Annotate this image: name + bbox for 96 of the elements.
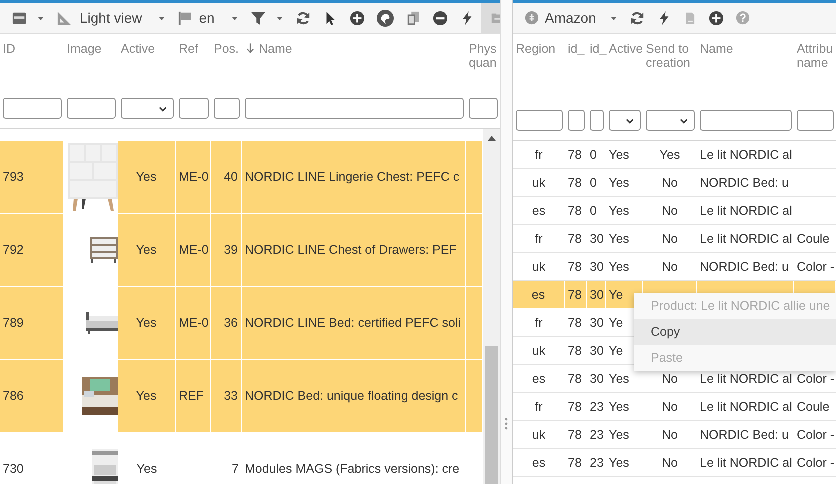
table-cell: 792 — [3, 243, 24, 257]
table-cell: No — [662, 204, 678, 218]
table-cell: Le lit NORDIC al — [700, 148, 792, 162]
table-cell: Le lit NORDIC al — [700, 372, 792, 386]
table-cell: uk — [532, 260, 546, 274]
table-cell: 78 — [568, 400, 582, 414]
table-cell: uk — [532, 428, 546, 442]
table-cell: Yes — [609, 148, 630, 162]
table-cell: 78 — [568, 232, 582, 246]
table-cell: No — [662, 372, 678, 386]
table-cell: 7 — [232, 462, 239, 476]
table-cell: 78 — [568, 260, 582, 274]
table-cell: 40 — [224, 170, 238, 184]
table-cell: 78 — [568, 456, 582, 470]
table-cell: 39 — [224, 243, 238, 257]
table-cell: Yes — [136, 462, 158, 476]
table-cell: 23 — [590, 400, 604, 414]
table-cell: 23 — [590, 428, 604, 442]
table-cell: 78 — [568, 148, 582, 162]
table-cell: Le lit NORDIC al — [700, 232, 792, 246]
table-cell: Coule — [797, 400, 830, 414]
table-cell: es — [532, 288, 546, 302]
table-cell: No — [662, 428, 678, 442]
table-cell: Yes — [609, 400, 630, 414]
table-cell: Yes — [609, 260, 630, 274]
table-cell: Le lit NORDIC al — [700, 204, 792, 218]
table-cell: Yes — [609, 372, 630, 386]
table-cell: uk — [532, 344, 546, 358]
table-cell: 78 — [568, 176, 582, 190]
table-cell: ME-0 — [179, 316, 209, 330]
table-cell: 730 — [3, 462, 24, 476]
table-cell: NORDIC LINE Bed: certified PEFC soli — [245, 316, 462, 330]
table-cell: Yes — [609, 176, 630, 190]
table-cell: ME-0 — [179, 170, 209, 184]
table-cell: Le lit NORDIC al — [700, 456, 792, 470]
table-cell: NORDIC LINE Chest of Drawers: PEF — [245, 243, 457, 257]
table-cell: Modules MAGS (Fabrics versions): cre — [245, 462, 460, 476]
table-cell: es — [532, 372, 546, 386]
table-cell: 33 — [224, 389, 238, 403]
table-cell: 0 — [590, 176, 597, 190]
table-cell: Yes — [609, 456, 630, 470]
table-cell: NORDIC LINE Lingerie Chest: PEFC c — [245, 170, 460, 184]
table-cell: No — [662, 176, 678, 190]
table-cell: 30 — [590, 288, 604, 302]
table-cell: fr — [535, 316, 543, 330]
table-cell: 78 — [568, 204, 582, 218]
table-cell: 30 — [590, 232, 604, 246]
table-cell: fr — [535, 400, 543, 414]
table-cell: Ye — [609, 288, 624, 302]
table-cell: Yes — [136, 389, 157, 403]
table-cell: Yes — [609, 232, 630, 246]
table-cell: ME-0 — [179, 243, 209, 257]
table-cell: Color - — [797, 260, 835, 274]
table-cell: No — [662, 400, 678, 414]
table-cell: NORDIC Bed: u — [700, 176, 789, 190]
table-cell: 78 — [568, 316, 582, 330]
table-cell: No — [662, 260, 678, 274]
table-cell: 23 — [590, 456, 604, 470]
table-cell: Yes — [660, 148, 680, 162]
table-cell: Yes — [136, 243, 157, 257]
table-cell: uk — [532, 176, 546, 190]
table-cell: 786 — [3, 389, 24, 403]
table-cell: 0 — [590, 204, 597, 218]
table-cell: 30 — [590, 316, 604, 330]
table-cell: Ye — [609, 316, 624, 330]
table-cell: fr — [535, 232, 543, 246]
table-cell: NORDIC Bed: u — [700, 428, 789, 442]
table-cell: NORDIC Bed: unique floating design c — [245, 389, 458, 403]
table-cell: 789 — [3, 316, 24, 330]
table-cell: 78 — [568, 288, 582, 302]
table-cell: 78 — [568, 344, 582, 358]
table-cell: 30 — [590, 260, 604, 274]
table-cell: REF — [179, 389, 204, 403]
table-cell: 30 — [590, 372, 604, 386]
table-cell: Yes — [136, 170, 157, 184]
table-cell: 36 — [224, 316, 238, 330]
table-cell: 793 — [3, 170, 24, 184]
table-cell: es — [532, 456, 546, 470]
table-cell: Color - — [797, 372, 835, 386]
table-cell: Yes — [609, 428, 630, 442]
table-cell: Le lit NORDIC al — [700, 400, 792, 414]
table-cell: No — [662, 232, 678, 246]
table-cell: 78 — [568, 372, 582, 386]
table-cell: No — [662, 456, 678, 470]
table-cell: fr — [535, 148, 543, 162]
table-cell: 78 — [568, 428, 582, 442]
table-cell: Yes — [136, 316, 157, 330]
table-cell: Coule — [797, 232, 830, 246]
table-cell: NORDIC Bed: u — [700, 260, 789, 274]
table-cell: Color - — [797, 456, 835, 470]
table-cell: 0 — [590, 148, 597, 162]
table-cell: 30 — [590, 344, 604, 358]
table-cell: Color - — [797, 428, 835, 442]
table-cell: Ye — [609, 344, 624, 358]
table-cell: Yes — [609, 204, 630, 218]
table-cell: es — [532, 204, 546, 218]
